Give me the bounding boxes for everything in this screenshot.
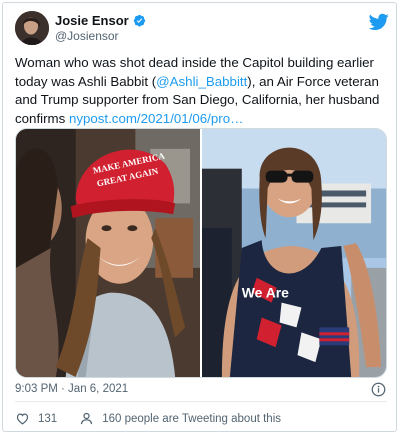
- tweet-text: Woman who was shot dead inside the Capit…: [15, 54, 387, 128]
- likes-count: 131: [38, 412, 58, 425]
- twitter-bird-icon[interactable]: [369, 13, 389, 31]
- author-display-name[interactable]: Josie Ensor: [55, 13, 129, 28]
- tweet-card: Josie Ensor @Josiensor Woman who was sho…: [2, 2, 397, 432]
- tweet-timestamp[interactable]: 9:03 PM · Jan 6, 2021: [15, 383, 128, 395]
- people-icon: [81, 412, 93, 425]
- mention-link[interactable]: @Ashli_Babbitt: [156, 74, 247, 89]
- author-avatar[interactable]: [15, 11, 49, 45]
- media-photo-left[interactable]: MAKE AMERICA GREAT AGAIN: [16, 129, 200, 377]
- tweet-actions: 131 160 people are Tweeting about this: [15, 411, 303, 426]
- media-photo-right[interactable]: We Are: [202, 129, 386, 377]
- heart-icon: [16, 413, 29, 425]
- tweet-media[interactable]: MAKE AMERICA GREAT AGAIN We Are: [15, 128, 387, 378]
- shirt-text: We Are: [242, 285, 289, 301]
- like-button[interactable]: 131: [15, 411, 57, 426]
- article-link[interactable]: nypost.com/2021/01/06/pro…: [69, 111, 243, 126]
- divider: [15, 401, 387, 402]
- author-handle[interactable]: @Josiensor: [55, 29, 119, 43]
- info-icon[interactable]: [371, 382, 386, 397]
- tweeting-about-link[interactable]: 160 people are Tweeting about this: [79, 411, 281, 426]
- tweeting-about-text: 160 people are Tweeting about this: [102, 412, 281, 425]
- verified-badge-icon: [133, 14, 145, 27]
